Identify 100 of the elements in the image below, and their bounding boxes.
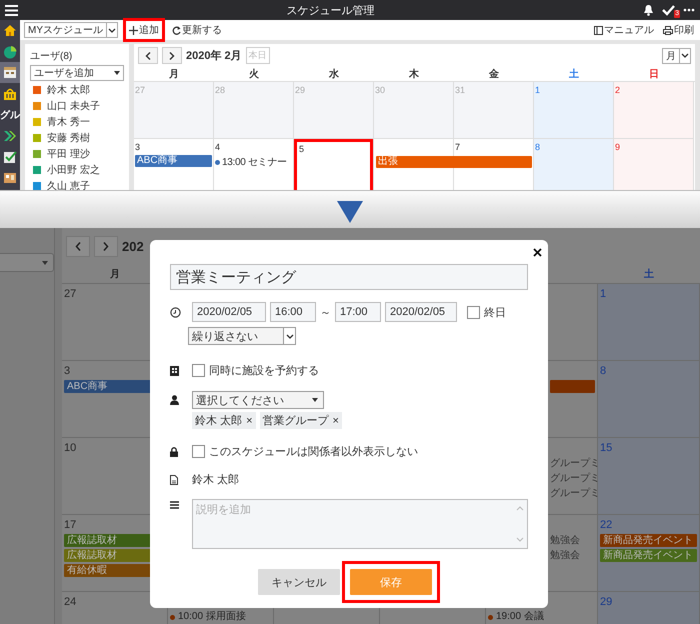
checkmark-icon[interactable] xyxy=(662,4,675,16)
more-icon[interactable] xyxy=(683,8,695,12)
menu-icon[interactable] xyxy=(5,4,18,16)
next-button[interactable] xyxy=(94,236,118,257)
day-number: 9 xyxy=(615,141,622,153)
day-cell[interactable]: 29 xyxy=(598,592,700,624)
caret-icon xyxy=(42,260,48,264)
time-field[interactable]: 17:00 xyxy=(335,302,381,322)
date-field[interactable]: 2020/02/05 xyxy=(385,302,457,322)
user-name[interactable]: 山口 未央子 xyxy=(47,99,100,113)
weekday-label: 土 xyxy=(643,268,655,281)
day-cell[interactable]: 2 xyxy=(614,82,694,139)
weekday-label: 木 xyxy=(409,68,419,81)
event-label[interactable]: 19:00 会議 xyxy=(496,611,544,623)
day-cell[interactable]: 1 xyxy=(598,284,700,361)
bell-icon[interactable] xyxy=(643,4,654,16)
home-icon xyxy=(3,24,17,37)
day-cell[interactable]: 1 xyxy=(534,82,614,139)
day-cell[interactable]: 15 xyxy=(598,438,700,515)
caret-icon xyxy=(312,398,318,402)
day-number: 29 xyxy=(295,84,306,96)
day-number: 27 xyxy=(135,84,146,96)
user-name[interactable]: 安藤 秀樹 xyxy=(47,131,90,145)
user-name[interactable]: 小田野 宏之 xyxy=(47,163,100,177)
refresh-button[interactable]: 更新する xyxy=(170,22,224,38)
calendar-icon xyxy=(3,66,17,79)
event-label[interactable]: 10:00 採用面接 xyxy=(178,611,246,623)
book-icon xyxy=(594,26,603,34)
user-name[interactable]: 鈴木 太郎 xyxy=(47,83,90,97)
previous-button[interactable] xyxy=(138,47,158,64)
print-link[interactable]: 印刷 xyxy=(661,22,696,38)
user-name[interactable]: 平田 理沙 xyxy=(47,147,90,161)
event-bar[interactable]: 新商品発売イベント xyxy=(600,549,697,562)
event-label[interactable]: 勉強会 xyxy=(550,549,595,562)
day-cell[interactable]: 22 新商品発売イベント 新商品発売イベント xyxy=(598,515,700,592)
plus-icon xyxy=(129,26,138,34)
close-icon[interactable] xyxy=(533,248,542,257)
tag-label: 鈴木 太郎 xyxy=(195,414,242,428)
weekday-label: 月 xyxy=(109,268,121,281)
chevron-left-icon xyxy=(145,52,151,60)
user-name[interactable]: 久山 恵子 xyxy=(47,179,90,190)
checkbox[interactable] xyxy=(192,445,205,458)
day-number: 3 xyxy=(64,364,72,378)
caret-icon xyxy=(108,26,116,34)
day-number: 24 xyxy=(64,595,78,609)
caret-icon xyxy=(286,332,294,340)
weekday-label: 火 xyxy=(249,68,259,81)
event-bar[interactable]: ABC商事 xyxy=(135,155,212,167)
remove-button[interactable]: × xyxy=(246,414,252,426)
add-button[interactable]: 追加 xyxy=(127,22,161,38)
day-cell[interactable]: 9 xyxy=(614,139,694,190)
previous-button[interactable] xyxy=(66,236,90,257)
day-number: 8 xyxy=(600,364,608,378)
event-bar[interactable]: 出張 xyxy=(376,156,532,168)
next-button[interactable] xyxy=(162,47,182,64)
event-label[interactable]: グループミ xyxy=(550,457,595,470)
panel-title: ユーザ(8) xyxy=(30,50,74,63)
day-number: 27 xyxy=(64,287,78,301)
printer-icon xyxy=(663,26,673,34)
cancel-button[interactable]: キャンセル xyxy=(258,569,340,595)
checkbox[interactable] xyxy=(192,364,205,377)
nav-rail-label[interactable]: グル xyxy=(0,104,20,125)
lines-icon xyxy=(170,501,179,509)
participant-select[interactable]: 選択してください xyxy=(192,391,324,409)
event-bar[interactable]: 新商品発売イベント xyxy=(600,534,697,547)
chevron-right-icon xyxy=(169,52,175,60)
day-number: 29 xyxy=(600,595,614,609)
user-name[interactable]: 青木 秀一 xyxy=(47,115,90,129)
repeat-select[interactable]: 繰り返さない xyxy=(188,327,296,345)
range-separator: ～ xyxy=(320,306,331,320)
date-field[interactable]: 2020/02/05 xyxy=(192,302,266,322)
title-field[interactable]: 営業ミーティング xyxy=(170,264,528,290)
checkbox[interactable] xyxy=(467,306,480,318)
chevrons-icon xyxy=(3,130,17,142)
remove-button[interactable]: × xyxy=(332,414,339,426)
event-label[interactable]: グループミ xyxy=(550,472,595,485)
checkbox-label: 同時に施設を予約する xyxy=(209,364,319,378)
schedule-select[interactable]: MYスケジュール xyxy=(24,22,118,38)
event-label[interactable]: グループミ xyxy=(550,487,595,500)
month-label: 202 xyxy=(122,239,144,254)
event-label[interactable]: 勉強会 xyxy=(550,534,595,547)
day-cell[interactable]: 5 xyxy=(294,139,374,190)
owner-name: 鈴木 太郎 xyxy=(192,472,240,487)
weekday-label: 日 xyxy=(649,68,659,81)
view-select[interactable]: 月 xyxy=(662,48,691,64)
day-number: 8 xyxy=(535,141,542,153)
bulletin-board-icon xyxy=(3,172,17,184)
building-icon xyxy=(170,366,179,376)
checkbox-label: このスケジュールは関係者以外表示しない xyxy=(209,445,418,459)
day-cell[interactable]: 8 xyxy=(534,139,614,190)
checklist-icon xyxy=(3,150,17,164)
event-label[interactable]: 13:00 セミナー xyxy=(222,155,287,169)
chevron-left-icon xyxy=(75,242,81,251)
time-field[interactable]: 16:00 xyxy=(270,302,316,322)
clock-icon xyxy=(170,306,181,318)
user-select[interactable]: ユーザを追加 xyxy=(30,65,124,81)
day-cell[interactable]: 8 xyxy=(598,361,700,438)
day-number: 5 xyxy=(299,143,306,155)
day-number: 22 xyxy=(600,518,614,532)
placeholder-text: 説明を追加 xyxy=(196,503,251,518)
